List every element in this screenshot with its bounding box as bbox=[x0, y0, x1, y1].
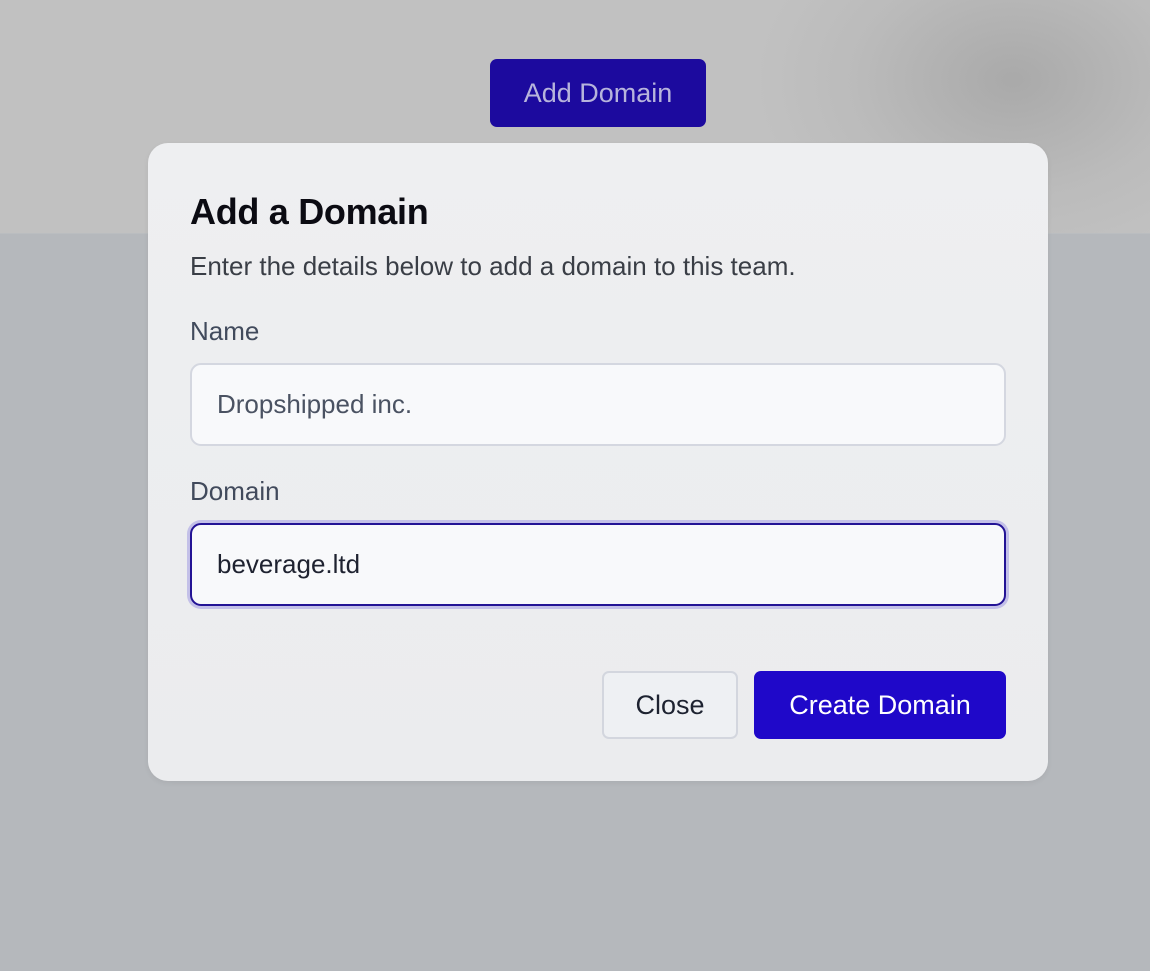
domain-label: Domain bbox=[190, 476, 280, 506]
dialog-description: Enter the details below to add a domain … bbox=[190, 251, 796, 281]
add-domain-button[interactable]: Add Domain bbox=[490, 59, 706, 127]
create-domain-button[interactable]: Create Domain bbox=[754, 671, 1006, 739]
add-domain-dialog: Add a Domain Enter the details below to … bbox=[148, 143, 1048, 781]
dialog-title: Add a Domain bbox=[190, 191, 429, 232]
name-label: Name bbox=[190, 316, 260, 346]
name-input[interactable] bbox=[190, 363, 1006, 446]
close-button[interactable]: Close bbox=[602, 671, 738, 739]
domain-input[interactable] bbox=[190, 523, 1006, 606]
